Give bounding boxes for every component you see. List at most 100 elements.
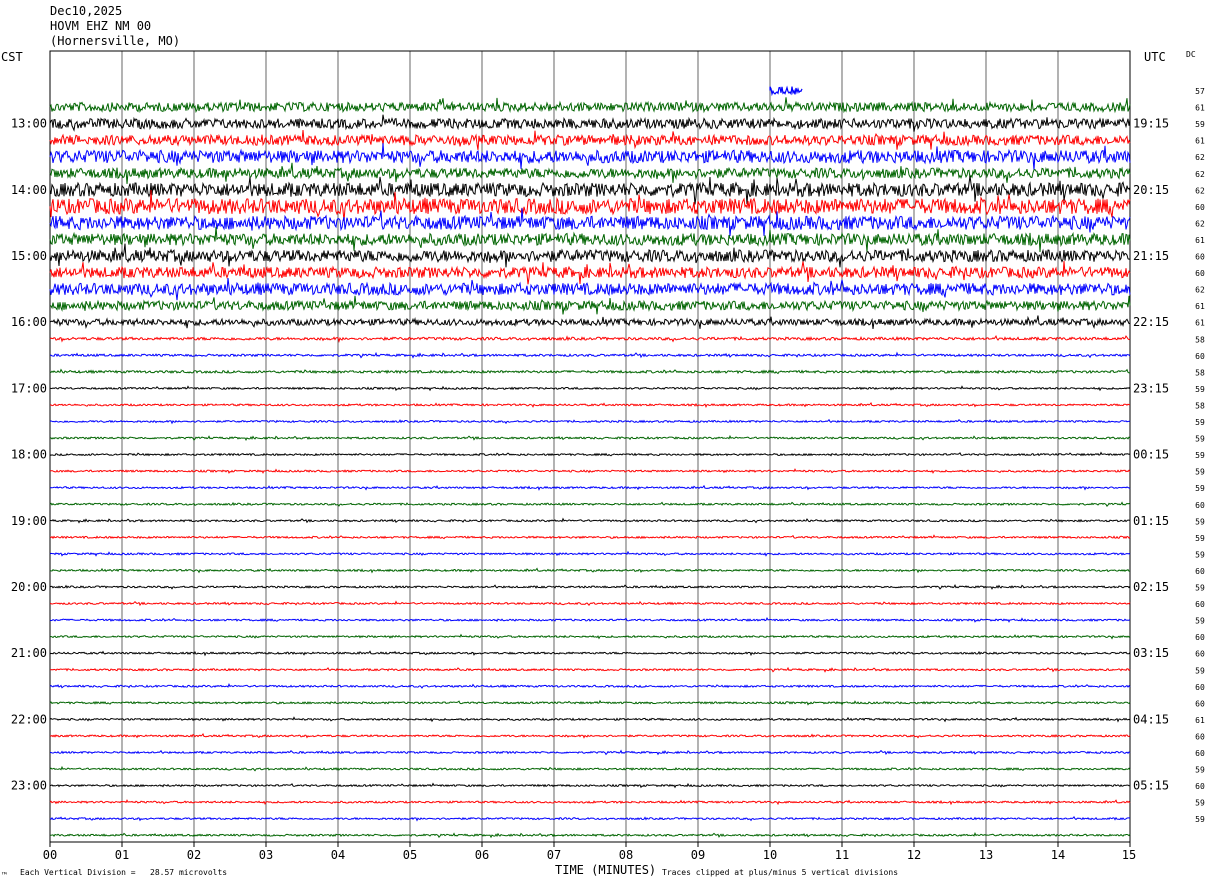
seismic-trace	[49, 226, 1131, 253]
seismic-trace	[49, 175, 1131, 205]
seismic-trace	[49, 243, 1131, 268]
seismic-trace	[49, 501, 1131, 508]
dc-offset-label: 59	[1195, 120, 1205, 129]
seismic-trace	[49, 799, 1131, 806]
dc-offset-label: 59	[1195, 517, 1205, 526]
dc-offset-label: 61	[1195, 302, 1205, 311]
seismic-trace	[49, 277, 1131, 301]
seismic-trace	[50, 402, 1131, 409]
dc-offset-label: 62	[1195, 153, 1205, 162]
utc-hour-label: 00:15	[1133, 448, 1169, 462]
seismic-trace	[49, 765, 1131, 772]
x-axis-title: TIME (MINUTES)	[555, 863, 657, 877]
seismic-trace	[49, 666, 1131, 673]
seismic-trace	[49, 129, 1131, 150]
x-tick-label: 04	[331, 848, 345, 862]
scale-note: Each Vertical Division = 28.57 microvolt…	[20, 868, 228, 877]
seismic-trace	[49, 567, 1131, 574]
dc-offset-label: 61	[1195, 104, 1205, 113]
dc-offset-label: 60	[1195, 633, 1205, 642]
event-marker	[769, 85, 803, 97]
dc-offset-label: 61	[1195, 137, 1205, 146]
seismic-trace	[49, 351, 1131, 359]
utc-hour-label: 01:15	[1133, 514, 1169, 528]
dc-offset-label: 58	[1195, 335, 1205, 344]
logo-mark: ™	[2, 871, 7, 880]
seismic-trace	[49, 418, 1131, 425]
seismic-trace	[49, 451, 1131, 457]
seismic-trace	[49, 832, 1131, 839]
cst-hour-label: 18:00	[11, 448, 47, 462]
seismic-trace	[49, 143, 1131, 170]
dc-offset-label: 59	[1195, 815, 1205, 824]
clip-note: Traces clipped at plus/minus 5 vertical …	[662, 868, 899, 877]
cst-hour-label: 17:00	[11, 381, 47, 395]
dc-offset-label: 60	[1195, 600, 1205, 609]
utc-hour-label: 03:15	[1133, 646, 1169, 660]
utc-hour-label: 19:15	[1133, 117, 1169, 131]
dc-offset-label: 59	[1195, 584, 1205, 593]
dc-offset-label: 59	[1195, 451, 1205, 460]
dc-offset-label: 59	[1195, 534, 1205, 543]
seismic-trace	[49, 208, 1131, 237]
dc-offset-label: 61	[1195, 236, 1205, 245]
dc-offset-label: 60	[1195, 683, 1205, 692]
dc-offset-label: 62	[1195, 186, 1205, 195]
dc-offset-label: 60	[1195, 352, 1205, 361]
x-tick-label: 14	[1051, 848, 1065, 862]
dc-offset-label: 60	[1195, 650, 1205, 659]
seismic-trace	[49, 716, 1131, 723]
dc-offset-label: 57	[1195, 87, 1205, 96]
seismic-trace	[49, 550, 1131, 557]
dc-offset-label: 59	[1195, 385, 1205, 394]
dc-offset-label: 60	[1195, 749, 1205, 758]
dc-offset-label: 60	[1195, 269, 1205, 278]
cst-hour-label: 13:00	[11, 117, 47, 131]
seismic-trace	[49, 162, 1131, 184]
utc-hour-label: 23:15	[1133, 381, 1169, 395]
seismic-trace	[49, 699, 1131, 706]
x-tick-label: 12	[907, 848, 921, 862]
plot-frame	[49, 50, 1131, 843]
dc-offset-label: 60	[1195, 732, 1205, 741]
utc-hour-label: 05:15	[1133, 779, 1169, 793]
dc-offset-label: 60	[1195, 203, 1205, 212]
cst-hour-label: 15:00	[11, 249, 47, 263]
seismic-trace	[49, 189, 1131, 221]
dc-offset-label: 59	[1195, 550, 1205, 559]
x-tick-label: 00	[43, 848, 57, 862]
utc-hour-label: 20:15	[1133, 183, 1169, 197]
seismic-trace	[49, 260, 1131, 285]
dc-offset-label: 62	[1195, 219, 1205, 228]
dc-offset-label: 60	[1195, 501, 1205, 510]
seismic-trace	[49, 484, 1131, 491]
dc-offset-label: 58	[1195, 368, 1205, 377]
x-tick-label: 11	[835, 848, 849, 862]
cst-hour-label: 19:00	[11, 514, 47, 528]
x-tick-label: 03	[259, 848, 273, 862]
utc-hour-label: 21:15	[1133, 249, 1169, 263]
cst-hour-label: 20:00	[11, 580, 47, 594]
utc-hour-label: 22:15	[1133, 315, 1169, 329]
dc-offset-label: 60	[1195, 253, 1205, 262]
x-tick-label: 05	[403, 848, 417, 862]
seismic-trace	[50, 749, 1131, 756]
seismic-trace	[50, 385, 1131, 392]
dc-offset-label: 60	[1195, 782, 1205, 791]
x-tick-label: 13	[979, 848, 993, 862]
cst-hour-label: 22:00	[11, 712, 47, 726]
dc-offset-label: 59	[1195, 468, 1205, 477]
dc-offset-label: 59	[1195, 666, 1205, 675]
cst-hour-label: 23:00	[11, 779, 47, 793]
cst-hour-label: 21:00	[11, 646, 47, 660]
x-tick-label: 07	[547, 848, 561, 862]
cst-hour-label: 14:00	[11, 183, 47, 197]
seismic-trace	[49, 517, 1131, 524]
dc-offset-label: 61	[1195, 319, 1205, 328]
dc-offset-label: 61	[1195, 716, 1205, 725]
dc-offset-label: 59	[1195, 435, 1205, 444]
dc-offset-label: 62	[1195, 286, 1205, 295]
seismic-trace	[49, 633, 1131, 640]
seismic-trace	[49, 468, 1131, 474]
utc-hour-label: 02:15	[1133, 580, 1169, 594]
